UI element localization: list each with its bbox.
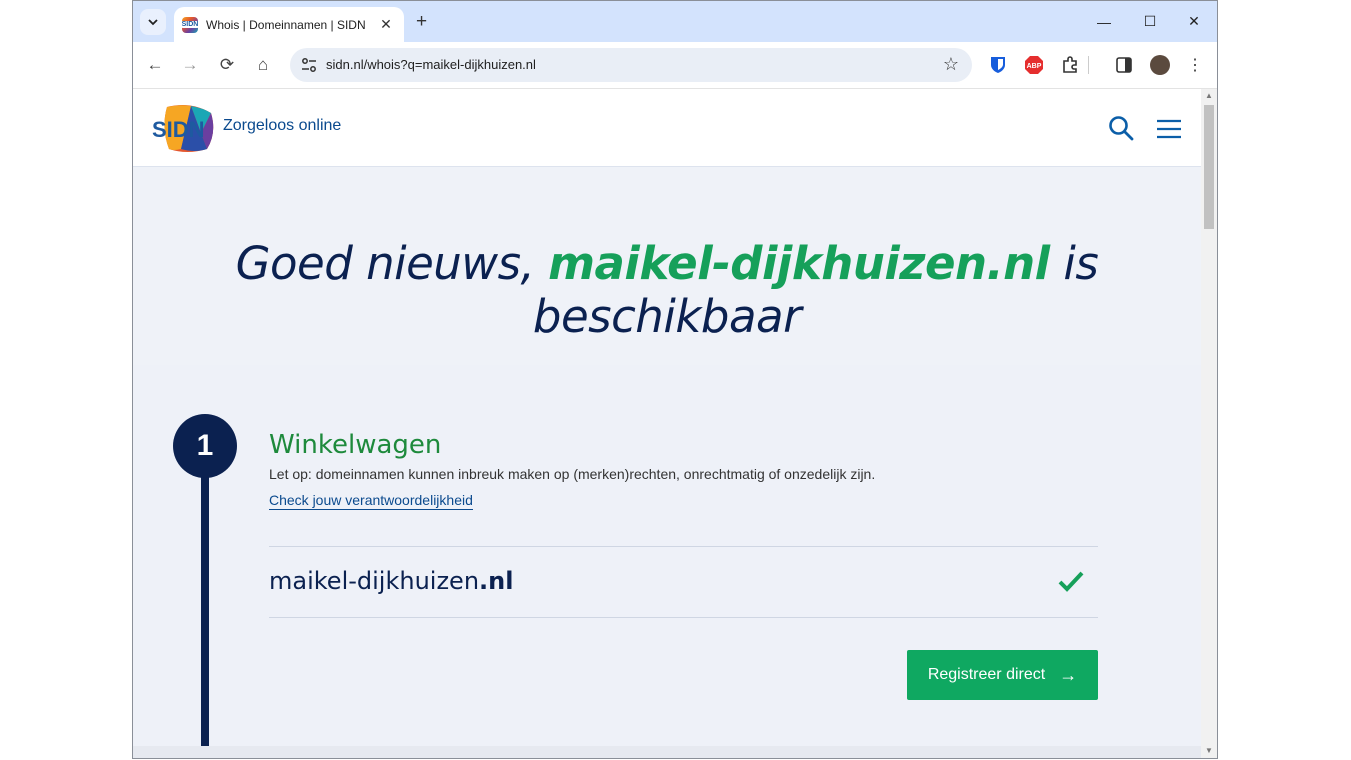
new-tab-button[interactable]: + xyxy=(416,11,427,33)
hero-section: Goed nieuws, maikel-dijkhuizen.nl is bes… xyxy=(133,167,1201,365)
step-title: Winkelwagen xyxy=(269,430,442,460)
site-settings-icon[interactable] xyxy=(300,56,318,74)
close-tab-icon[interactable]: ✕ xyxy=(376,16,396,33)
site-header: SIDN Zorgeloos online xyxy=(133,89,1201,167)
side-panel-icon[interactable] xyxy=(1114,55,1134,75)
responsibility-link[interactable]: Check jouw verantwoordelijkheid xyxy=(269,492,473,510)
web-page: SIDN Zorgeloos online Goed nieuws, maike… xyxy=(133,89,1201,758)
cart-domain-name: maikel-dijkhuizen.nl xyxy=(269,567,514,595)
reload-button[interactable]: ⟳ xyxy=(214,52,240,78)
headline-domain: maikel-dijkhuizen.nl xyxy=(548,237,1050,290)
checkmark-icon xyxy=(1058,571,1084,592)
step-number-badge: 1 xyxy=(173,414,237,478)
url-text[interactable]: sidn.nl/whois?q=maikel-dijkhuizen.nl xyxy=(326,57,536,72)
availability-headline: Goed nieuws, maikel-dijkhuizen.nl is bes… xyxy=(235,237,1099,343)
chevron-down-icon xyxy=(148,19,158,26)
home-button[interactable]: ⌂ xyxy=(250,52,276,78)
close-window-button[interactable]: ✕ xyxy=(1171,1,1217,42)
tab-active[interactable]: SIDN Whois | Domeinnamen | SIDN ✕ xyxy=(174,7,404,42)
step-timeline xyxy=(201,474,209,758)
scrollbar-thumb[interactable] xyxy=(1204,105,1214,229)
arrow-right-icon: → xyxy=(1059,664,1078,685)
tab-title: Whois | Domeinnamen | SIDN xyxy=(206,17,366,32)
scroll-down-arrow-icon[interactable]: ▼ xyxy=(1205,746,1213,755)
rights-warning: Let op: domeinnamen kunnen inbreuk maken… xyxy=(269,466,876,482)
address-bar[interactable]: sidn.nl/whois?q=maikel-dijkhuizen.nl ☆ xyxy=(290,48,972,82)
forward-button[interactable]: → xyxy=(177,52,203,78)
back-button[interactable]: ← xyxy=(142,52,168,78)
tab-strip: SIDN Whois | Domeinnamen | SIDN ✕ + — ☐ … xyxy=(133,1,1217,42)
svg-text:ABP: ABP xyxy=(1027,63,1042,70)
cart-section: 1 Winkelwagen Let op: domeinnamen kunnen… xyxy=(133,366,1201,758)
search-icon[interactable] xyxy=(1108,115,1134,141)
toolbar-divider xyxy=(1086,55,1090,75)
browser-toolbar: ← → ⟳ ⌂ sidn.nl/whois?q=maikel-dijkhuize… xyxy=(133,42,1217,89)
browser-window: SIDN Whois | Domeinnamen | SIDN ✕ + — ☐ … xyxy=(132,0,1218,759)
chrome-menu-icon[interactable]: ⋮ xyxy=(1185,55,1205,75)
sidn-favicon-icon: SIDN xyxy=(180,16,200,33)
maximize-button[interactable]: ☐ xyxy=(1127,1,1173,42)
cart-domain-row: maikel-dijkhuizen.nl xyxy=(269,546,1098,618)
puzzle-icon[interactable] xyxy=(1060,55,1080,75)
tab-search-button[interactable] xyxy=(140,9,166,35)
register-now-button[interactable]: Registreer direct → xyxy=(907,650,1098,700)
svg-text:SIDN: SIDN xyxy=(152,117,205,142)
minimize-button[interactable]: — xyxy=(1081,1,1127,42)
sidn-logo[interactable]: SIDN xyxy=(151,103,215,153)
bookmark-star-icon[interactable]: ☆ xyxy=(943,54,959,75)
page-scrollbar[interactable]: ▲ ▼ xyxy=(1201,89,1217,758)
hamburger-menu-icon[interactable] xyxy=(1157,119,1181,139)
scroll-up-arrow-icon[interactable]: ▲ xyxy=(1205,91,1213,100)
adblock-plus-icon[interactable]: ABP xyxy=(1024,55,1044,75)
bitwarden-icon[interactable] xyxy=(988,55,1008,75)
site-tagline[interactable]: Zorgeloos online xyxy=(223,117,341,135)
next-step-band xyxy=(133,746,1201,758)
profile-avatar[interactable] xyxy=(1150,55,1170,75)
